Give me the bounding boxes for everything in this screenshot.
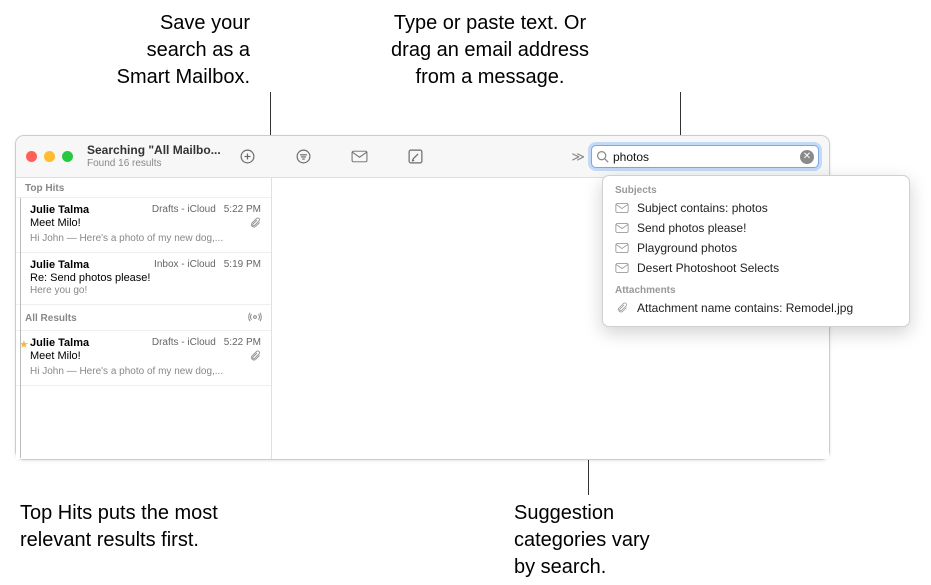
message-row[interactable]: Julie Talma Inbox - iCloud 5:19 PM Re: S… [16, 253, 271, 305]
envelope-icon [615, 202, 629, 214]
message-row[interactable]: ★ Julie Talma Drafts - iCloud 5:22 PM Me… [16, 331, 271, 386]
message-preview: Here you go! [30, 285, 261, 296]
envelope-icon [615, 222, 629, 234]
paperclip-icon [615, 302, 629, 314]
search-icon [596, 150, 609, 163]
suggestion-label: Desert Photoshoot Selects [637, 261, 779, 275]
toolbar: Searching "All Mailbo... Found 16 result… [16, 136, 829, 178]
callout-search-help: Type or paste text. Ordrag an email addr… [360, 10, 620, 91]
message-sender: Julie Talma [30, 204, 89, 216]
attachment-icon [249, 217, 261, 232]
suggestion-item[interactable]: Desert Photoshoot Selects [603, 258, 909, 278]
search-field-container: ✕ [591, 145, 819, 168]
message-preview: Hi John — Here's a photo of my new dog,.… [30, 233, 261, 244]
window-title: Searching "All Mailbo... [87, 144, 227, 157]
section-header-all-results: All Results [16, 305, 271, 331]
message-subject: Re: Send photos please! [30, 272, 150, 284]
callout-suggestions: Suggestioncategories varyby search. [514, 500, 714, 581]
filter-button[interactable] [289, 143, 317, 171]
callout-smart-mailbox: Save yoursearch as aSmart Mailbox. [70, 10, 250, 91]
suggestions-header-subjects: Subjects [603, 182, 909, 198]
callout-top-hits: Top Hits puts the mostrelevant results f… [20, 500, 260, 554]
window-subtitle: Found 16 results [87, 158, 227, 169]
window-title-block: Searching "All Mailbo... Found 16 result… [87, 144, 227, 168]
message-subject: Meet Milo! [30, 217, 81, 232]
suggestion-item[interactable]: Send photos please! [603, 218, 909, 238]
message-time: 5:19 PM [224, 259, 261, 271]
search-input[interactable] [613, 150, 800, 164]
message-mailbox: Drafts - iCloud [152, 204, 216, 216]
mail-icon[interactable] [345, 143, 373, 171]
suggestion-label: Subject contains: photos [637, 201, 768, 215]
minimize-window-button[interactable] [44, 151, 55, 162]
message-time: 5:22 PM [224, 204, 261, 216]
search-suggestions-popover: Subjects Subject contains: photos Send p… [602, 175, 910, 327]
overflow-icon[interactable]: ≫ [571, 149, 585, 165]
message-sender: Julie Talma [30, 337, 89, 349]
selection-indicator [20, 198, 21, 458]
clear-search-button[interactable]: ✕ [800, 150, 814, 164]
relevance-icon [248, 310, 262, 327]
window-controls [26, 151, 73, 162]
suggestions-header-attachments: Attachments [603, 282, 909, 298]
mail-window: Searching "All Mailbo... Found 16 result… [15, 135, 830, 460]
message-preview: Hi John — Here's a photo of my new dog,.… [30, 366, 261, 377]
compose-button[interactable] [401, 143, 429, 171]
envelope-icon [615, 242, 629, 254]
attachment-icon [249, 350, 261, 365]
close-window-button[interactable] [26, 151, 37, 162]
suggestion-item[interactable]: Playground photos [603, 238, 909, 258]
top-hits-label: Top Hits [25, 183, 64, 194]
suggestion-item[interactable]: Subject contains: photos [603, 198, 909, 218]
message-subject: Meet Milo! [30, 350, 81, 365]
message-list: Top Hits Julie Talma Drafts - iCloud 5:2… [16, 178, 272, 459]
message-mailbox: Drafts - iCloud [152, 337, 216, 349]
envelope-icon [615, 262, 629, 274]
suggestion-label: Attachment name contains: Remodel.jpg [637, 301, 853, 315]
section-header-top-hits: Top Hits [16, 178, 271, 198]
fullscreen-window-button[interactable] [62, 151, 73, 162]
message-sender: Julie Talma [30, 259, 89, 271]
suggestion-item[interactable]: Attachment name contains: Remodel.jpg [603, 298, 909, 318]
message-mailbox: Inbox - iCloud [154, 259, 216, 271]
all-results-label: All Results [25, 313, 77, 324]
suggestion-label: Playground photos [637, 241, 737, 255]
suggestion-label: Send photos please! [637, 221, 746, 235]
save-smart-mailbox-button[interactable] [233, 143, 261, 171]
message-row[interactable]: Julie Talma Drafts - iCloud 5:22 PM Meet… [16, 198, 271, 253]
message-time: 5:22 PM [224, 337, 261, 349]
